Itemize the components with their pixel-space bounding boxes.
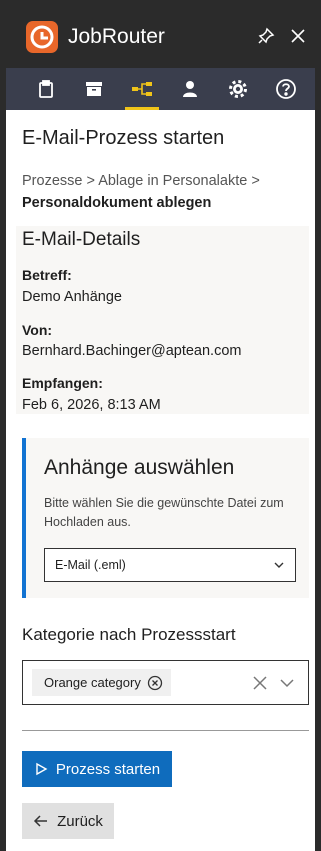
category-combobox[interactable]: Orange category xyxy=(22,660,309,705)
arrow-left-icon xyxy=(34,815,48,827)
breadcrumb-separator: > xyxy=(251,173,260,189)
chevron-down-icon[interactable] xyxy=(279,675,295,696)
category-tag: Orange category xyxy=(32,669,171,696)
subject-label: Betreff: xyxy=(22,267,72,283)
chevron-down-icon xyxy=(274,562,284,568)
clipboard-icon[interactable] xyxy=(25,68,67,110)
back-label: Zurück xyxy=(57,812,103,830)
subject-value: Demo Anhänge xyxy=(22,289,122,305)
start-process-button[interactable]: Prozess starten xyxy=(22,751,172,787)
process-flow-icon[interactable] xyxy=(121,68,163,110)
jobrouter-logo-icon xyxy=(26,21,58,53)
received-label: Empfangen: xyxy=(22,375,103,391)
attachments-section: Anhänge auswählen Bitte wählen Sie die g… xyxy=(22,438,309,598)
title-bar: JobRouter xyxy=(0,0,321,68)
divider xyxy=(22,730,309,731)
breadcrumb-separator: > xyxy=(86,173,95,189)
play-outline-icon xyxy=(36,762,48,776)
category-tag-label: Orange category xyxy=(44,675,141,690)
help-icon[interactable] xyxy=(265,68,307,110)
category-label: Kategorie nach Prozessstart xyxy=(22,625,236,644)
page-title: E-Mail-Prozess starten xyxy=(22,127,225,149)
back-button[interactable]: Zurück xyxy=(22,803,114,839)
pin-icon[interactable] xyxy=(256,26,276,46)
attachments-hint: Bitte wählen Sie die gewünschte Datei zu… xyxy=(44,496,284,529)
attachment-select-value: E-Mail (.eml) xyxy=(55,558,126,572)
breadcrumb: Prozesse > Ablage in Personalakte > Pers… xyxy=(22,170,306,214)
circle-x-icon[interactable] xyxy=(147,675,163,691)
archive-icon[interactable] xyxy=(73,68,115,110)
email-details-heading: E-Mail-Details xyxy=(22,229,141,250)
start-process-label: Prozess starten xyxy=(55,760,161,778)
from-value: Bernhard.Bachinger@aptean.com xyxy=(22,343,242,359)
email-details: E-Mail-Details Betreff: Demo Anhänge Von… xyxy=(16,226,309,414)
breadcrumb-item[interactable]: Prozesse xyxy=(22,173,82,189)
x-icon[interactable] xyxy=(252,675,268,696)
content-pane: E-Mail-Prozess starten Prozesse > Ablage… xyxy=(6,110,315,851)
frame-right xyxy=(315,68,321,851)
breadcrumb-current: Personaldokument ablegen xyxy=(22,195,212,211)
attachments-heading: Anhänge auswählen xyxy=(44,456,235,479)
received-value: Feb 6, 2026, 8:13 AM xyxy=(22,397,161,413)
app-title: JobRouter xyxy=(68,25,165,48)
close-icon[interactable] xyxy=(288,26,308,46)
toolbar xyxy=(6,68,315,110)
from-label: Von: xyxy=(22,322,53,338)
attachment-select[interactable]: E-Mail (.eml) xyxy=(44,548,296,582)
user-icon[interactable] xyxy=(169,68,211,110)
gear-icon[interactable] xyxy=(217,68,259,110)
breadcrumb-item[interactable]: Ablage in Personalakte xyxy=(98,173,247,189)
